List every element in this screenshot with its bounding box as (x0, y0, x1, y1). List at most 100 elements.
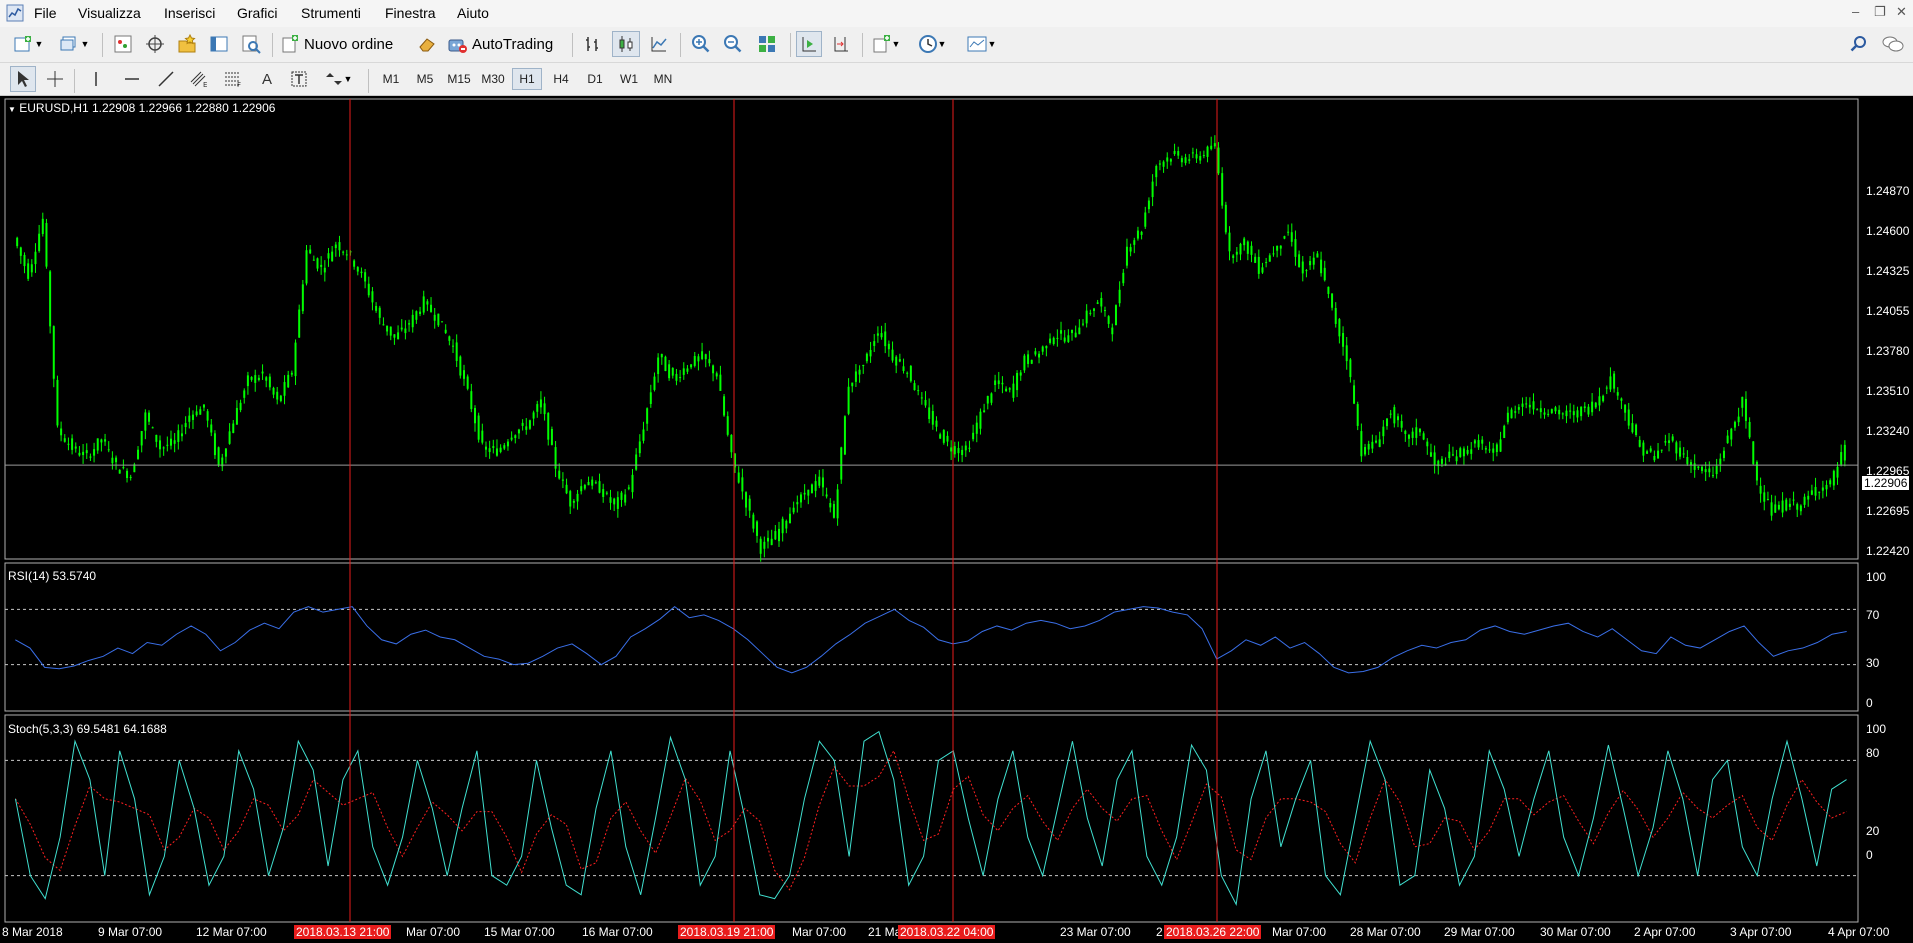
autotrading-icon (448, 39, 467, 53)
text-label-button[interactable] (288, 66, 310, 92)
autotrading-label: AutoTrading (472, 35, 554, 53)
candle-body (869, 349, 872, 357)
candle-body (983, 410, 986, 413)
candle-body (1041, 346, 1044, 352)
autotrading-button[interactable]: AutoTrading (446, 31, 566, 57)
profiles-button[interactable]: ▼ (56, 31, 92, 57)
candle-body (770, 538, 773, 546)
trendline-button[interactable] (154, 66, 178, 92)
chart-window[interactable]: ▼ EURUSD,H1 1.22908 1.22966 1.22880 1.22… (0, 96, 1913, 943)
indicators-button[interactable]: ▼ (868, 31, 904, 57)
candle-body (895, 356, 898, 366)
strategy-tester-button[interactable] (238, 31, 264, 57)
candle-body (499, 447, 502, 452)
candle-body (1118, 289, 1121, 304)
terminal-button[interactable] (206, 31, 232, 57)
menu-inserisci[interactable]: Inserisci (164, 5, 215, 21)
chart-shift-button[interactable] (828, 31, 854, 57)
menu-strumenti[interactable]: Strumenti (301, 5, 361, 21)
timeframe-m15[interactable]: M15 (444, 68, 474, 90)
candle-body (799, 494, 802, 503)
market-watch-button[interactable] (110, 31, 136, 57)
candle-body (122, 467, 125, 469)
candle-body (155, 434, 158, 442)
vline-tag[interactable]: 2018.03.19 21:00 (678, 925, 776, 939)
periods-button[interactable]: ▼ (914, 31, 950, 57)
candle-body (437, 313, 440, 326)
vline-tag[interactable]: 2018.03.26 22:00 (1164, 925, 1262, 939)
timeframe-w1[interactable]: W1 (614, 68, 644, 90)
menu-grafici[interactable]: Grafici (237, 5, 277, 21)
candle-body (389, 326, 392, 336)
timeframe-d1[interactable]: D1 (580, 68, 610, 90)
candle-body (1235, 251, 1238, 255)
chat-button[interactable] (1878, 31, 1908, 57)
horizontal-line-button[interactable] (120, 66, 144, 92)
candlestick-chart-button[interactable] (612, 31, 640, 57)
navigator-button[interactable] (174, 31, 200, 57)
vertical-line-button[interactable] (84, 66, 108, 92)
timeframe-h4[interactable]: H4 (546, 68, 576, 90)
vline-tag[interactable]: 2018.03.13 21:00 (294, 925, 392, 939)
vline-tag[interactable]: 2018.03.22 04:00 (898, 925, 996, 939)
candle-body (239, 402, 242, 411)
candle-body (1342, 333, 1345, 347)
timeframe-m30[interactable]: M30 (478, 68, 508, 90)
crosshair-button[interactable] (42, 66, 68, 92)
price-axis-label: 1.24325 (1866, 264, 1910, 278)
fibonacci-button[interactable]: F (220, 66, 246, 92)
candle-body (312, 259, 315, 261)
menu-finestra[interactable]: Finestra (385, 5, 436, 21)
price-panel-frame (4, 98, 1859, 560)
auto-scroll-button[interactable] (796, 31, 822, 57)
time-axis-label: Mar 07:00 (406, 925, 461, 939)
arrows-button[interactable]: ▼ (322, 66, 356, 92)
time-axis-label: 3 Apr 07:00 (1730, 925, 1792, 939)
line-chart-button[interactable] (646, 31, 672, 57)
metaeditor-button[interactable] (414, 31, 440, 57)
bar-chart-button[interactable] (580, 31, 606, 57)
candle-body (27, 263, 30, 279)
close-icon[interactable]: ✕ (1896, 4, 1907, 20)
tile-windows-button[interactable] (754, 31, 780, 57)
candle-body (1323, 267, 1326, 281)
menu-visualizza[interactable]: Visualizza (78, 5, 141, 21)
text-button[interactable]: A (256, 66, 278, 92)
data-window-button[interactable] (142, 31, 168, 57)
minimize-icon[interactable]: – (1852, 4, 1859, 19)
time-axis-label: 9 Mar 07:00 (98, 925, 163, 939)
candle-body (1052, 337, 1055, 344)
candle-body (975, 422, 978, 434)
candle-body (1191, 152, 1194, 154)
candle-body (254, 375, 257, 383)
equidistant-channel-button[interactable]: E (186, 66, 212, 92)
cursor-button[interactable] (10, 66, 36, 92)
candle-body (972, 432, 975, 440)
vertical-line-icon (95, 72, 97, 86)
timeframe-mn[interactable]: MN (648, 68, 678, 90)
tile-windows-icon (759, 36, 775, 52)
new-order-button[interactable]: Nuovo ordine (280, 31, 410, 57)
timeframe-m5[interactable]: M5 (410, 68, 440, 90)
chart-canvas[interactable] (0, 96, 1913, 943)
candle-body (56, 379, 59, 426)
symbol-dropdown-icon[interactable]: ▼ (8, 105, 16, 114)
candle-body (1455, 456, 1458, 462)
new-chart-button[interactable]: ▼ (10, 31, 46, 57)
timeframe-h1[interactable]: H1 (512, 68, 542, 90)
zoom-in-button[interactable] (688, 31, 714, 57)
candle-body (1166, 157, 1169, 162)
candle-body (107, 449, 110, 451)
search-button[interactable] (1846, 31, 1872, 57)
menu-file[interactable]: File (34, 5, 57, 21)
candle-body (118, 469, 121, 474)
restore-icon[interactable]: ❐ (1874, 4, 1886, 20)
timeframe-m1[interactable]: M1 (376, 68, 406, 90)
zoom-out-button[interactable] (720, 31, 746, 57)
templates-button[interactable]: ▼ (962, 31, 1000, 57)
candle-body (1715, 465, 1718, 475)
menu-aiuto[interactable]: Aiuto (457, 5, 489, 21)
candle-body (1605, 387, 1608, 389)
candle-body (1027, 354, 1030, 364)
candle-body (459, 356, 462, 376)
